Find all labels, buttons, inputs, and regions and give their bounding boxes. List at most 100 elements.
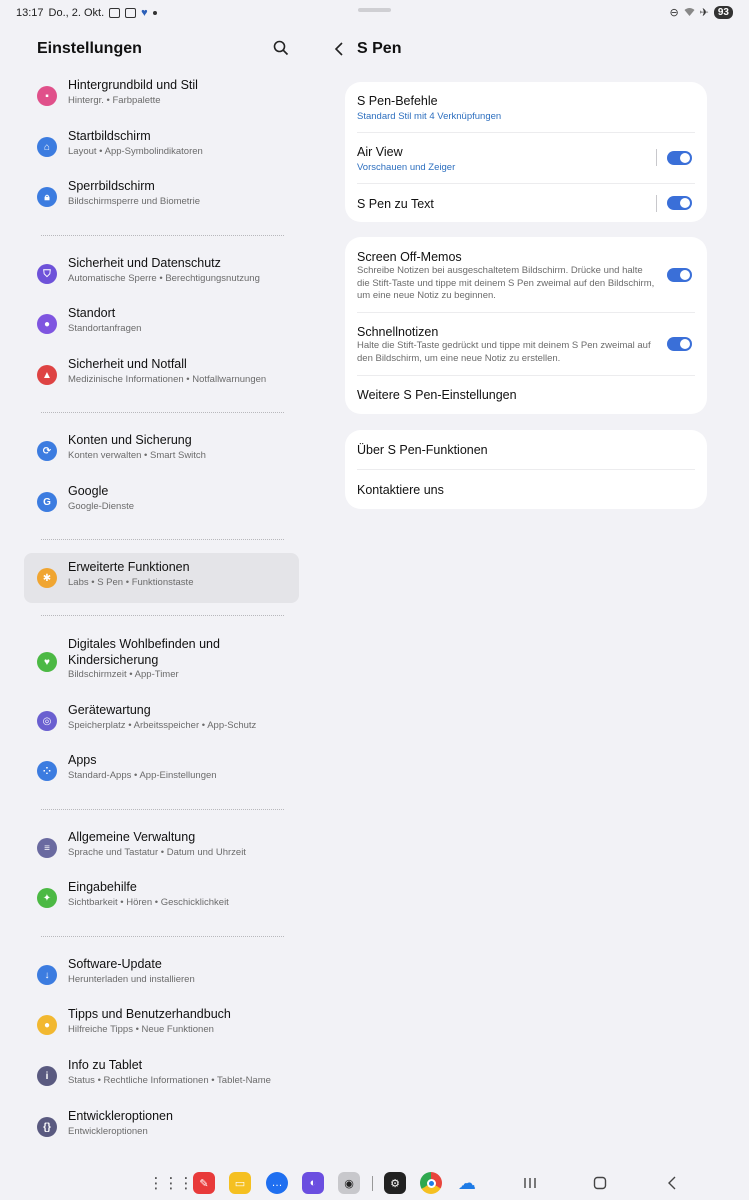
menu-item-apps[interactable]: ⁘ Apps Standard-Apps • App-Einstellungen (24, 746, 299, 796)
app-drawer-icon[interactable]: ⋮⋮⋮ (149, 1172, 194, 1194)
menu-item-title: Startbildschirm (68, 129, 151, 143)
search-button[interactable] (273, 40, 293, 60)
menu-item-location[interactable]: ● Standort Standortanfragen (24, 299, 299, 349)
screenshot-icon (109, 8, 121, 18)
spen-info-card: Über S Pen-Funktionen Kontaktiere uns (345, 430, 707, 509)
sync-icon: ⟳ (37, 441, 57, 461)
home-nav-icon (593, 1176, 607, 1190)
my-files-icon[interactable]: ▭ (229, 1172, 251, 1194)
back-button[interactable] (333, 41, 349, 59)
menu-item-title: Tipps und Benutzerhandbuch (68, 1007, 231, 1021)
section-divider (41, 809, 284, 810)
tips-icon: ● (37, 1015, 57, 1035)
toggle-knob (680, 270, 690, 280)
menu-item-subtitle: Automatische Sperre • Berechtigungsnutzu… (68, 273, 260, 284)
heart-icon: ♥ (141, 7, 148, 19)
menu-item-title: Software-Update (68, 957, 162, 971)
messages-icon[interactable]: … (266, 1172, 288, 1194)
menu-item-developer-options[interactable]: {} Entwickleroptionen Entwickleroptionen (24, 1102, 299, 1152)
info-icon: i (37, 1066, 57, 1086)
contact-us-row[interactable]: Kontaktiere uns (357, 470, 695, 509)
do-not-disturb-icon: ⊖ (669, 7, 679, 19)
menu-item-accounts-backup[interactable]: ⟳ Konten und Sicherung Konten verwalten … (24, 426, 299, 476)
menu-item-safety-emergency[interactable]: ▲ Sicherheit und Notfall Medizinische In… (24, 350, 299, 400)
chrome-icon[interactable] (420, 1172, 442, 1194)
screen-off-memo-toggle[interactable] (667, 268, 692, 282)
notes-app-icon[interactable]: ✎ (193, 1172, 215, 1194)
menu-item-google[interactable]: G Google Google-Dienste (24, 477, 299, 527)
software-update-icon: ↓ (37, 965, 57, 985)
section-divider (41, 235, 284, 236)
menu-item-device-care[interactable]: ◎ Gerätewartung Speicherplatz • Arbeitss… (24, 696, 299, 746)
menu-item-about-tablet[interactable]: i Info zu Tablet Status • Rechtliche Inf… (24, 1051, 299, 1101)
menu-item-accessibility[interactable]: ✦ Eingabehilfe Sichtbarkeit • Hören • Ge… (24, 873, 299, 923)
spen-to-text-row[interactable]: S Pen zu Text (357, 184, 695, 222)
menu-item-security-privacy[interactable]: ⛉ Sicherheit und Datenschutz Automatisch… (24, 249, 299, 299)
menu-item-tips[interactable]: ● Tipps und Benutzerhandbuch Hilfreiche … (24, 1000, 299, 1050)
menu-item-subtitle: Labs • S Pen • Funktionstaste (68, 577, 194, 588)
taskbar: ⋮⋮⋮ ✎ ▭ … ◐ ◉ ⚙ ☁ (0, 1168, 749, 1200)
panel-handle[interactable] (358, 8, 391, 12)
air-view-toggle[interactable] (667, 151, 692, 165)
airplane-icon: ✈ (699, 7, 709, 19)
menu-item-subtitle: Layout • App-Symbolindikatoren (68, 146, 203, 157)
spen-commands-row[interactable]: S Pen-Befehle Standard Stil mit 4 Verknü… (357, 82, 695, 132)
menu-item-title: Hintergrundbild und Stil (68, 78, 198, 92)
menu-item-subtitle: Hilfreiche Tipps • Neue Funktionen (68, 1024, 214, 1035)
wallpaper-icon: ▪ (37, 86, 57, 106)
row-title: Über S Pen-Funktionen (357, 443, 488, 457)
settings-app-icon[interactable]: ⚙ (384, 1172, 406, 1194)
onedrive-icon[interactable]: ☁ (456, 1172, 478, 1194)
back-nav-button[interactable] (662, 1174, 682, 1192)
menu-item-title: Eingabehilfe (68, 880, 137, 894)
row-title: Air View (357, 145, 403, 159)
internet-icon[interactable]: ◐ (302, 1172, 324, 1194)
menu-item-subtitle: Konten verwalten • Smart Switch (68, 450, 206, 461)
menu-item-title: Entwickleroptionen (68, 1109, 173, 1123)
date: Do., 2. Okt. (48, 7, 105, 19)
menu-item-wallpaper[interactable]: ▪ Hintergrundbild und Stil Hintergr. • F… (24, 71, 299, 121)
menu-item-title: Google (68, 484, 109, 498)
menu-item-subtitle: Status • Rechtliche Informationen • Tabl… (68, 1075, 271, 1086)
quick-notes-toggle[interactable] (667, 337, 692, 351)
menu-item-lock-screen[interactable]: 🔒︎ Sperrbildschirm Bildschirmsperre und … (24, 172, 299, 222)
section-divider (41, 539, 284, 540)
accessibility-icon: ✦ (37, 888, 57, 908)
menu-item-subtitle: Entwickleroptionen (68, 1126, 148, 1137)
row-title: Schnellnotizen (357, 325, 439, 339)
screen-off-memo-row[interactable]: Screen Off-Memos Schreibe Notizen bei au… (357, 237, 695, 311)
menu-item-subtitle: Google-Dienste (68, 501, 135, 512)
spen-main-card: S Pen-Befehle Standard Stil mit 4 Verknü… (345, 82, 707, 222)
developer-icon: {} (37, 1117, 57, 1137)
more-spen-settings-row[interactable]: Weitere S Pen-Einstellungen (357, 376, 695, 414)
menu-item-subtitle: Standard-Apps • App-Einstellungen (68, 770, 217, 781)
row-subtitle: Standard Stil mit 4 Verknüpfungen (357, 111, 502, 122)
camera-icon[interactable]: ◉ (338, 1172, 360, 1194)
location-icon: ● (37, 314, 57, 334)
page-title: Einstellungen (37, 40, 142, 57)
home-button[interactable] (590, 1174, 610, 1192)
device-care-icon: ◎ (37, 711, 57, 731)
left-header: Einstellungen (37, 40, 297, 62)
air-view-row[interactable]: Air View Vorschauen und Zeiger (357, 133, 695, 183)
general-management-icon: ≡ (37, 838, 57, 858)
menu-item-general-management[interactable]: ≡ Allgemeine Verwaltung Sprache und Tast… (24, 823, 299, 873)
menu-item-title: Sicherheit und Notfall (68, 357, 187, 371)
menu-item-subtitle: Bildschirmzeit • App-Timer (68, 669, 179, 680)
menu-item-title: Erweiterte Funktionen (68, 560, 190, 574)
menu-item-advanced-features[interactable]: ✱ Erweiterte Funktionen Labs • S Pen • F… (24, 553, 299, 603)
spen-to-text-toggle[interactable] (667, 196, 692, 210)
recents-icon (524, 1178, 536, 1188)
menu-item-subtitle: Bildschirmsperre und Biometrie (68, 196, 200, 207)
row-title: Kontaktiere uns (357, 483, 444, 497)
menu-item-digital-wellbeing[interactable]: ♥ Digitales Wohlbefinden und Kindersiche… (24, 629, 299, 695)
menu-item-title: Konten und Sicherung (68, 433, 192, 447)
menu-item-software-update[interactable]: ↓ Software-Update Herunterladen und inst… (24, 950, 299, 1000)
recents-button[interactable] (520, 1174, 540, 1192)
menu-item-title: Info zu Tablet (68, 1058, 143, 1072)
row-description: Schreibe Notizen bei ausgeschaltetem Bil… (357, 265, 655, 301)
quick-notes-row[interactable]: Schnellnotizen Halte die Stift-Taste ged… (357, 313, 695, 375)
menu-item-home-screen[interactable]: ⌂ Startbildschirm Layout • App-Symbolind… (24, 122, 299, 172)
apps-icon: ⁘ (37, 761, 57, 781)
about-spen-row[interactable]: Über S Pen-Funktionen (357, 430, 695, 469)
